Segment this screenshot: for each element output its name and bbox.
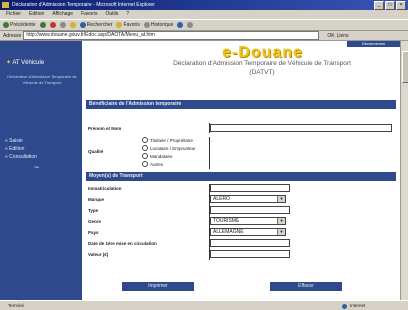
internet-zone-icon — [342, 304, 347, 309]
menu-view[interactable]: Affichage — [52, 10, 73, 19]
history-button[interactable]: Historique — [143, 22, 173, 28]
qualite-divider — [209, 137, 210, 169]
stop-icon[interactable] — [49, 22, 56, 28]
immatriculation-label: Immatriculation — [88, 186, 122, 191]
address-bar: Adresse http://www.douane.gouv.fr/Edoc.a… — [0, 31, 408, 41]
forward-arrow-icon[interactable] — [39, 22, 46, 28]
menu-edit[interactable]: Edition — [29, 10, 44, 19]
logout-link[interactable]: Déconnexion — [347, 41, 400, 47]
links-button[interactable]: Liens — [337, 33, 349, 39]
genre-label: Genre — [88, 219, 102, 224]
status-text: Terminé — [8, 303, 25, 308]
marque-label: Marque — [88, 197, 105, 202]
print-icon[interactable] — [187, 22, 194, 28]
page-content: Déconnexion e-Douane Déclaration d'Admis… — [82, 41, 400, 300]
radio-button[interactable] — [142, 161, 148, 167]
menu-file[interactable]: Fichier — [6, 10, 21, 19]
date-circulation-label: Date de 1ère mise en circulation — [88, 241, 157, 246]
sidebar-item-consultation[interactable]: » Consultation — [5, 153, 37, 161]
valeur-input[interactable] — [210, 250, 290, 258]
scrollbar-thumb[interactable] — [402, 51, 408, 83]
menu-bar: Fichier Edition Affichage Favoris Outils… — [0, 10, 408, 19]
sidebar-wave-decoration: ~ — [34, 162, 40, 172]
vertical-scrollbar[interactable] — [400, 41, 408, 300]
search-icon — [79, 22, 86, 28]
valeur-label: Valeur (€) — [88, 252, 109, 257]
sidebar-tagline: Déclaration d'Admission Temporaire de Vé… — [7, 74, 77, 85]
radio-button[interactable] — [142, 145, 148, 151]
radio-mandataire[interactable]: Mandataire — [142, 153, 173, 159]
radio-locataire[interactable]: Locataire / Emprunteur — [142, 145, 196, 151]
menu-favorites[interactable]: Favoris — [81, 10, 97, 19]
address-label: Adresse — [3, 32, 22, 39]
home-icon[interactable] — [69, 22, 76, 28]
page-title: Déclaration d'Admission Temporaire de Vé… — [173, 60, 351, 76]
name-label: Prénom et Nom — [88, 126, 122, 131]
status-bar: Terminé Internet — [0, 300, 408, 310]
marque-select[interactable]: ALERO ▼ — [210, 195, 286, 203]
name-input[interactable] — [210, 124, 392, 132]
go-button[interactable]: OK — [327, 33, 334, 39]
genre-select[interactable]: TOURISME ▼ — [210, 217, 286, 225]
qualite-label: Qualité — [88, 149, 104, 154]
menu-tools[interactable]: Outils — [105, 10, 118, 19]
toolbar: Précédente Rechercher Favoris Historique — [0, 19, 408, 31]
browser-app-icon — [2, 2, 9, 8]
date-circulation-input[interactable] — [210, 239, 290, 247]
maximize-button[interactable]: □ — [385, 1, 395, 10]
close-button[interactable]: × — [396, 1, 406, 10]
chevron-down-icon[interactable]: ▼ — [277, 229, 285, 235]
back-button[interactable]: Précédente — [3, 22, 36, 28]
sidebar-nav: » Saisie » Edition » Consultation — [5, 137, 37, 161]
menu-help[interactable]: ? — [126, 10, 129, 19]
sidebar-logo: ✦ AT Véhicule — [6, 60, 45, 66]
title-bar: Déclaration d'Admission Temporaire - Mic… — [0, 0, 408, 10]
sidebar-item-edition[interactable]: » Edition — [5, 145, 37, 153]
search-button[interactable]: Rechercher — [79, 22, 112, 28]
section-beneficiary-header: Bénéficiaire de l'Admission temporaire — [86, 100, 396, 109]
pays-select[interactable]: ALLEMAGNE ▼ — [210, 228, 286, 236]
browser-window: Déclaration d'Admission Temporaire - Mic… — [0, 0, 408, 310]
radio-titulaire[interactable]: Titulaire / Propriétaire — [142, 137, 193, 143]
mail-icon[interactable] — [177, 22, 184, 28]
status-zone: Internet — [350, 303, 366, 308]
immatriculation-input[interactable] — [210, 184, 290, 192]
history-icon — [143, 22, 150, 28]
minimize-button[interactable]: _ — [374, 1, 384, 10]
window-title: Déclaration d'Admission Temporaire - Mic… — [12, 2, 155, 8]
type-label: Type — [88, 208, 99, 213]
clear-button[interactable]: Effacer — [270, 282, 342, 291]
type-input[interactable] — [210, 206, 290, 214]
address-input[interactable]: http://www.douane.gouv.fr/Edoc.asp/DAOTA… — [23, 31, 320, 40]
radio-autres[interactable]: Autres — [142, 161, 163, 167]
back-arrow-icon — [3, 22, 9, 28]
section-transport-header: Moyen(s) de Transport — [86, 172, 396, 181]
window-controls: _ □ × — [374, 1, 406, 10]
chevron-down-icon[interactable]: ▼ — [277, 218, 285, 224]
favorites-star-icon — [116, 22, 123, 28]
radio-button[interactable] — [142, 153, 148, 159]
refresh-icon[interactable] — [59, 22, 66, 28]
chevron-down-icon[interactable]: ▼ — [277, 196, 285, 202]
print-button[interactable]: Imprimer — [122, 282, 194, 291]
pays-label: Pays — [88, 230, 99, 235]
favorites-button[interactable]: Favoris — [116, 22, 140, 28]
sidebar-item-saisie[interactable]: » Saisie — [5, 137, 37, 145]
sidebar: ✦ AT Véhicule Déclaration d'Admission Te… — [0, 41, 82, 300]
radio-button[interactable] — [142, 137, 148, 143]
